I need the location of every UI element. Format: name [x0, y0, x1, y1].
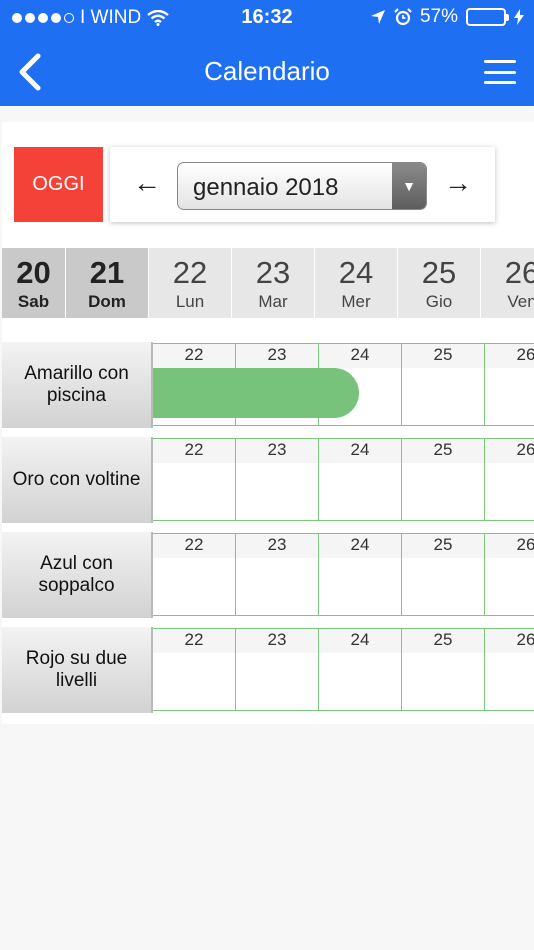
day-cell[interactable]: 23: [236, 533, 319, 616]
day-number: 20: [16, 255, 51, 290]
day-number: 25: [421, 255, 457, 290]
status-bar: I WIND 16:32 57%: [0, 0, 534, 36]
room-name[interactable]: Rojo su due livelli: [2, 627, 153, 713]
day-cell-number: 23: [236, 629, 318, 653]
day-name: Gio: [425, 292, 453, 311]
day-header-26[interactable]: 26 Ven: [481, 248, 534, 318]
day-header-strip: 20 Sab 21 Dom 22 Lun 23 Mar 24 Mer 25 Gio 26 Ven: [2, 248, 534, 318]
day-cell[interactable]: 25: [402, 628, 485, 711]
dropdown-arrow-icon[interactable]: ▼: [392, 163, 426, 209]
day-cell-number: 22: [153, 534, 235, 558]
day-cell-number: 26: [485, 534, 534, 558]
month-select[interactable]: gennaio 2018 ▼: [177, 162, 427, 210]
battery-icon: [466, 8, 509, 26]
day-cell[interactable]: 26: [485, 533, 534, 616]
day-number: 21: [89, 255, 125, 290]
day-header-25[interactable]: 25 Gio: [398, 248, 481, 318]
day-cell-number: 24: [319, 534, 401, 558]
day-name: Mer: [341, 292, 371, 311]
day-cell[interactable]: 26: [485, 343, 534, 426]
day-cell-number: 24: [319, 629, 401, 653]
day-cell-number: 23: [236, 439, 318, 463]
day-cell-number: 22: [153, 344, 235, 368]
day-cell[interactable]: 22: [153, 628, 236, 711]
room-name[interactable]: Azul con soppalco: [2, 532, 153, 618]
month-navigator: ← gennaio 2018 ▼ →: [110, 147, 495, 222]
location-arrow-icon: [370, 10, 385, 24]
day-cell[interactable]: 24: [319, 438, 402, 521]
hamburger-menu-icon[interactable]: [484, 60, 516, 84]
day-cell[interactable]: 26: [485, 438, 534, 521]
room-name[interactable]: Oro con voltine: [2, 437, 153, 523]
previous-month-arrow-icon[interactable]: ←: [130, 166, 164, 200]
day-cell[interactable]: 26: [485, 628, 534, 711]
day-cell[interactable]: 25: [402, 343, 485, 426]
day-cell-number: 25: [402, 439, 484, 463]
room-row: Rojo su due livelli 22 23 24 25 26: [2, 627, 534, 713]
app-header: I WIND 16:32 57% Calendario: [0, 0, 534, 106]
day-header-21[interactable]: 21 Dom: [66, 248, 149, 318]
day-cell[interactable]: 24: [319, 628, 402, 711]
day-cell-number: 25: [402, 534, 484, 558]
day-cell-number: 25: [402, 344, 484, 368]
today-button[interactable]: OGGI: [14, 147, 103, 222]
room-day-cells: 22 23 24 25 26: [153, 533, 534, 616]
day-cell[interactable]: 22: [153, 438, 236, 521]
battery-percent: 57%: [419, 6, 458, 27]
day-cell[interactable]: 23: [236, 628, 319, 711]
day-cell[interactable]: 22: [153, 533, 236, 616]
day-number: 26: [504, 255, 534, 290]
day-cell[interactable]: 25: [402, 533, 485, 616]
day-header-23[interactable]: 23 Mar: [232, 248, 315, 318]
day-cell-number: 23: [236, 534, 318, 558]
room-row: Amarillo con piscina 22 23 24 25 26: [2, 342, 534, 428]
day-name: Mar: [258, 292, 288, 311]
room-day-cells: 22 23 24 25 26: [153, 628, 534, 711]
day-header-24[interactable]: 24 Mer: [315, 248, 398, 318]
next-month-arrow-icon[interactable]: →: [441, 166, 475, 200]
day-number: 23: [255, 255, 291, 290]
month-select-value: gennaio 2018: [193, 174, 339, 201]
day-cell-number: 26: [485, 629, 534, 653]
day-cell-number: 24: [319, 439, 401, 463]
room-row: Azul con soppalco 22 23 24 25 26: [2, 532, 534, 618]
day-cell-number: 22: [153, 629, 235, 653]
day-number: 24: [338, 255, 374, 290]
room-row: Oro con voltine 22 23 24 25 26: [2, 437, 534, 523]
charging-bolt-icon: [514, 9, 524, 25]
alarm-clock-icon: [394, 8, 412, 26]
day-header-22[interactable]: 22 Lun: [149, 248, 232, 318]
status-right: 57%: [370, 6, 524, 28]
booking-bar[interactable]: [153, 368, 359, 418]
day-cell-number: 25: [402, 629, 484, 653]
day-cell-number: 26: [485, 439, 534, 463]
day-cell[interactable]: 23: [236, 438, 319, 521]
day-cell[interactable]: 24: [319, 533, 402, 616]
day-name: Ven: [507, 292, 534, 311]
day-cell-number: 24: [319, 344, 401, 368]
day-name: Sab: [17, 292, 50, 311]
day-cell[interactable]: 25: [402, 438, 485, 521]
day-name: Lun: [175, 292, 205, 311]
day-name: Dom: [88, 292, 126, 311]
day-cell-number: 26: [485, 344, 534, 368]
room-name[interactable]: Amarillo con piscina: [2, 342, 153, 428]
day-number: 22: [172, 255, 208, 290]
room-day-cells: 22 23 24 25 26: [153, 438, 534, 521]
page-title: Calendario: [204, 56, 330, 86]
calendar-panel: OGGI ← gennaio 2018 ▼ → 20 Sab 21 Dom 22 Lun 2…: [2, 122, 534, 724]
day-header-20[interactable]: 20 Sab: [2, 248, 66, 318]
day-cell-number: 23: [236, 344, 318, 368]
day-cell-number: 22: [153, 439, 235, 463]
